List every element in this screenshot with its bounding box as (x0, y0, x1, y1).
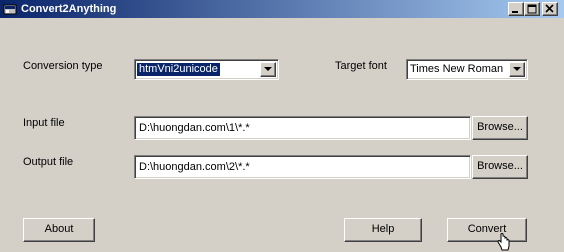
conversion-type-value: htmVni2unicode (137, 63, 220, 76)
main-window: Convert2Anything Conversion type htmVni2… (0, 0, 564, 252)
close-icon (545, 4, 554, 13)
chevron-down-icon (264, 67, 272, 71)
conversion-type-select[interactable]: htmVni2unicode (134, 59, 279, 80)
target-font-label: Target font (335, 60, 387, 72)
output-file-label: Output file (23, 156, 74, 168)
maximize-icon (527, 4, 537, 14)
input-file-field[interactable]: D:\huongdan.com\1\*.* (134, 116, 471, 140)
input-file-label: Input file (23, 117, 65, 129)
output-file-field[interactable]: D:\huongdan.com\2\*.* (134, 155, 471, 179)
output-file-value: D:\huongdan.com\2\*.* (139, 161, 250, 173)
output-browse-button[interactable]: Browse... (472, 155, 528, 179)
hand-cursor-icon (497, 233, 510, 251)
conversion-type-dropdown-button[interactable] (260, 62, 276, 77)
target-font-value: Times New Roman (410, 63, 504, 75)
title-bar[interactable]: Convert2Anything (0, 0, 564, 18)
conversion-type-label: Conversion type (23, 60, 103, 72)
maximize-button[interactable] (524, 2, 540, 16)
help-button[interactable]: Help (344, 218, 422, 242)
target-font-dropdown-button[interactable] (509, 62, 525, 77)
window-title: Convert2Anything (21, 3, 117, 15)
minimize-icon (512, 11, 518, 13)
target-font-select[interactable]: Times New Roman (406, 59, 528, 80)
input-file-value: D:\huongdan.com\1\*.* (139, 122, 250, 134)
app-icon[interactable] (3, 2, 17, 16)
about-button[interactable]: About (23, 218, 95, 242)
convert-button[interactable]: Convert (447, 218, 527, 242)
input-browse-button[interactable]: Browse... (472, 116, 528, 140)
minimize-button[interactable] (508, 2, 524, 16)
close-button[interactable] (542, 2, 558, 16)
chevron-down-icon (513, 67, 521, 71)
